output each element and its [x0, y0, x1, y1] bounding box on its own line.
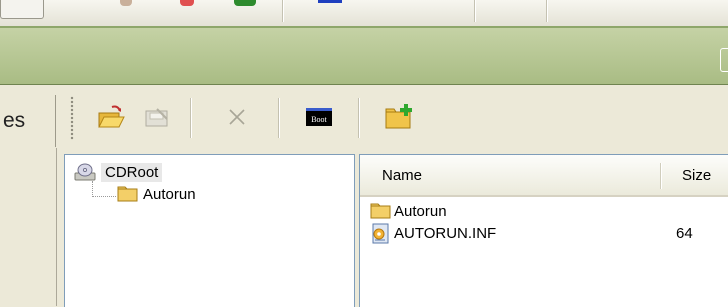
side-tab-label: es	[3, 109, 26, 132]
main-toolbar: Boot	[62, 86, 728, 150]
column-resizer[interactable]	[660, 163, 662, 189]
side-panel	[0, 148, 57, 306]
boot-button[interactable]: Boot	[302, 100, 336, 134]
toolbar-button[interactable]	[0, 0, 44, 19]
tree-item-autorun[interactable]: Autorun	[117, 183, 196, 205]
side-tab[interactable]: es	[0, 95, 56, 147]
tree-connector	[92, 196, 116, 197]
title-band	[0, 26, 728, 85]
boot-icon: Boot	[306, 108, 332, 126]
list-item[interactable]: Autorun	[370, 201, 728, 221]
toolbar-separator	[190, 98, 192, 138]
column-header-size[interactable]: Size	[682, 167, 711, 184]
list-item[interactable]: AUTORUN.INF 64	[370, 223, 728, 244]
list-item-size: 64	[676, 224, 693, 242]
save-icon	[145, 108, 168, 127]
top-toolbar	[0, 0, 728, 27]
new-folder-button[interactable]	[382, 100, 416, 134]
toolbar-icon[interactable]	[120, 0, 132, 6]
folder-tree[interactable]: CDRoot Autorun	[64, 154, 355, 307]
tree-connector	[92, 181, 93, 197]
toolbar-separator	[358, 98, 360, 138]
toolbar-icon[interactable]	[318, 0, 342, 3]
boot-icon-label: Boot	[311, 115, 327, 124]
new-folder-icon	[385, 104, 412, 129]
column-header: Name Size	[360, 155, 728, 197]
band-endcap	[720, 48, 728, 72]
toolbar-separator	[546, 0, 548, 22]
save-button[interactable]	[140, 100, 174, 134]
list-item-name: Autorun	[394, 202, 447, 220]
list-item-name: AUTORUN.INF	[394, 224, 497, 242]
tree-item-root[interactable]: CDRoot	[73, 161, 163, 183]
toolbar-separator	[278, 98, 280, 138]
column-header-name[interactable]: Name	[382, 167, 422, 184]
toolbar-icon[interactable]	[180, 0, 194, 6]
toolbar-icon[interactable]	[234, 0, 256, 6]
folder-icon	[117, 186, 138, 202]
tree-item-label: Autorun	[143, 185, 196, 203]
inf-file-icon	[372, 223, 389, 244]
folder-icon	[370, 203, 391, 219]
toolbar-separator	[474, 0, 476, 22]
cd-drive-icon	[74, 163, 96, 181]
open-folder-button[interactable]	[94, 100, 128, 134]
close-icon	[229, 109, 245, 125]
toolbar-grip[interactable]	[70, 96, 74, 140]
delete-button[interactable]	[220, 100, 254, 134]
open-folder-icon	[98, 105, 125, 128]
file-list[interactable]: Name Size Autorun AUTORUN.INF 64	[359, 154, 728, 307]
tree-item-label: CDRoot	[101, 162, 163, 182]
toolbar-separator	[282, 0, 284, 22]
